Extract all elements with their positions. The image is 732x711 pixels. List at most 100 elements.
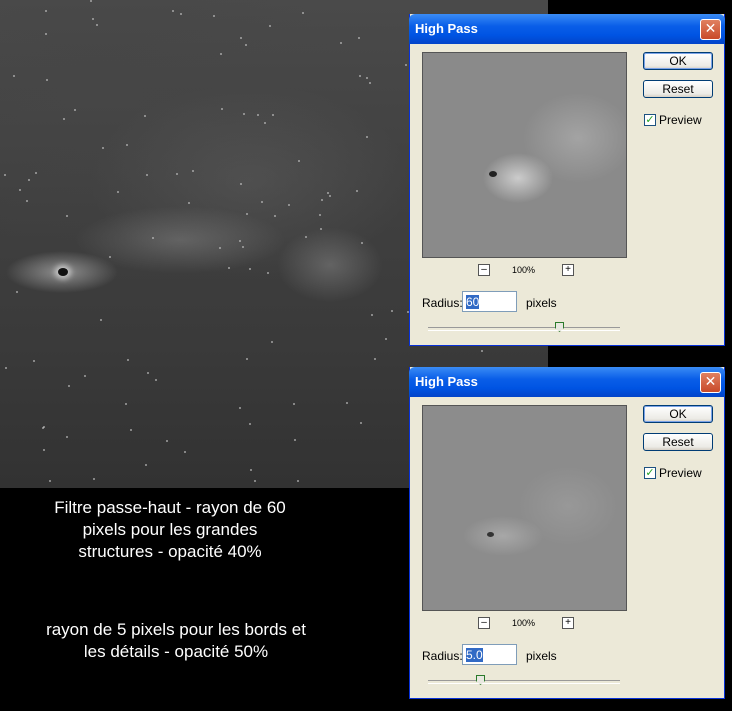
star [126,144,128,146]
preview-label: Preview [659,466,702,480]
reset-button[interactable]: Reset [643,80,713,98]
ok-button[interactable]: OK [643,52,713,70]
caption-line: Filtre passe-haut - rayon de 60 [54,498,286,517]
radius-unit: pixels [526,649,557,663]
star [274,215,276,217]
slider-thumb[interactable] [476,675,485,685]
star [35,172,37,174]
radius-input[interactable]: 60 [462,291,517,312]
star [271,341,273,343]
radius-input[interactable]: 5.0 [462,644,517,665]
dialog-title: High Pass [415,21,478,36]
star [481,350,483,352]
star [46,79,48,81]
caption-block-2: rayon de 5 pixels pour les bords et les … [6,619,346,663]
star [68,385,70,387]
title-bar[interactable]: High Pass ✕ [409,14,725,44]
star [240,37,242,39]
star [257,114,259,116]
ok-button[interactable]: OK [643,405,713,423]
star [228,267,230,269]
star [405,64,407,66]
title-bar[interactable]: High Pass ✕ [409,367,725,397]
star [374,358,376,360]
star [43,449,45,451]
star [239,240,241,242]
close-button[interactable]: ✕ [700,372,721,393]
star [240,183,242,185]
zoom-level: 100% [512,618,536,628]
zoom-out-button[interactable]: – [478,617,490,629]
radius-unit: pixels [526,296,557,310]
star [254,480,256,482]
preview-checkbox[interactable]: ✓ [644,114,656,126]
star [180,13,182,15]
radius-label: Radius: [422,296,463,310]
star [293,403,295,405]
star [305,236,307,238]
zoom-out-button[interactable]: – [478,264,490,276]
zoom-in-button[interactable]: + [562,617,574,629]
star [264,122,266,124]
star [361,242,363,244]
star [371,314,373,316]
star [298,160,300,162]
star [125,403,127,405]
star [261,201,263,203]
slider-thumb[interactable] [555,322,564,332]
star [321,199,323,201]
comet-head [58,268,68,276]
star [42,427,44,429]
star [66,215,68,217]
star [269,25,271,27]
preview-pane[interactable] [422,52,627,258]
radius-slider[interactable] [428,322,620,332]
close-button[interactable]: ✕ [700,19,721,40]
preview-checkbox[interactable]: ✓ [644,467,656,479]
star [147,372,149,374]
zoom-controls: – 100% + [478,264,574,278]
star [385,338,387,340]
star [176,173,178,175]
star [63,118,65,120]
star [250,469,252,471]
star [4,174,6,176]
star [239,407,241,409]
star [329,195,331,197]
star [221,108,223,110]
star [117,191,119,193]
zoom-in-button[interactable]: + [562,264,574,276]
radius-slider[interactable] [428,675,620,685]
star [320,228,322,230]
star [92,18,94,20]
star [249,268,251,270]
high-pass-dialog: High Pass ✕ – 100% + Radius: 60 pixels O… [409,14,725,346]
close-icon: ✕ [704,21,717,37]
star [184,451,186,453]
star [249,423,251,425]
preview-core [487,532,494,537]
star [74,109,76,111]
preview-pane[interactable] [422,405,627,611]
check-icon: ✓ [645,113,655,126]
star [188,202,190,204]
star [219,247,221,249]
star [327,192,329,194]
star [26,200,28,202]
star [90,0,92,2]
star [267,272,269,274]
star [166,440,168,442]
reset-button[interactable]: Reset [643,433,713,451]
star [127,359,129,361]
star [96,24,98,26]
star [366,136,368,138]
star [130,429,132,431]
star [245,44,247,46]
star [366,77,368,79]
caption-line: structures - opacité 40% [78,542,262,561]
star [45,33,47,35]
caption-line: les détails - opacité 50% [83,642,269,661]
star [93,478,95,480]
preview-structure [523,93,626,183]
star [16,291,18,293]
